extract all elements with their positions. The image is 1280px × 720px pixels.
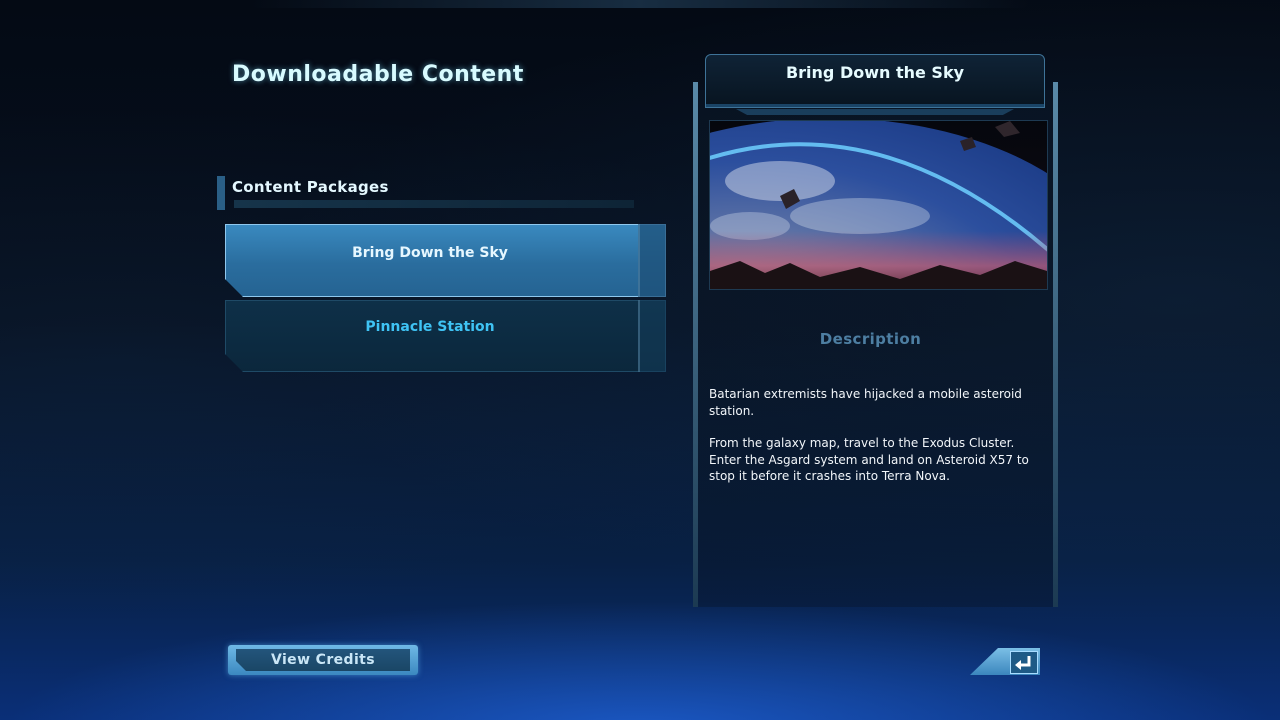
description-paragraph: Batarian extremists have hijacked a mobi…	[709, 387, 1022, 418]
section-tab	[217, 176, 225, 210]
back-button[interactable]	[970, 648, 1040, 675]
back-button-face	[1010, 651, 1038, 674]
planet-artwork	[710, 121, 1047, 289]
detail-header: Bring Down the Sky	[705, 54, 1045, 108]
package-item-edge	[638, 300, 666, 372]
package-item-label: Bring Down the Sky	[352, 245, 508, 261]
page-title: Downloadable Content	[232, 62, 524, 87]
package-item-edge	[638, 224, 666, 297]
back-arrow-icon	[1015, 656, 1031, 670]
dlc-preview-image	[709, 120, 1048, 290]
package-item-label: Pinnacle Station	[365, 319, 495, 335]
detail-rail-right	[1053, 82, 1058, 607]
view-credits-button[interactable]: View Credits	[228, 645, 418, 675]
view-credits-label: View Credits	[270, 652, 375, 668]
package-item-bring-down-the-sky[interactable]: Bring Down the Sky	[225, 224, 666, 297]
package-item-pinnacle-station[interactable]: Pinnacle Station	[225, 300, 666, 372]
section-title: Content Packages	[232, 178, 389, 196]
bottom-glow	[0, 600, 1280, 720]
detail-title: Bring Down the Sky	[785, 63, 965, 82]
top-rim	[250, 0, 1030, 8]
description-text: Batarian extremists have hijacked a mobi…	[709, 386, 1039, 501]
section-divider	[234, 200, 634, 208]
description-paragraph: From the galaxy map, travel to the Exodu…	[709, 436, 1029, 483]
description-heading: Description	[819, 330, 922, 348]
